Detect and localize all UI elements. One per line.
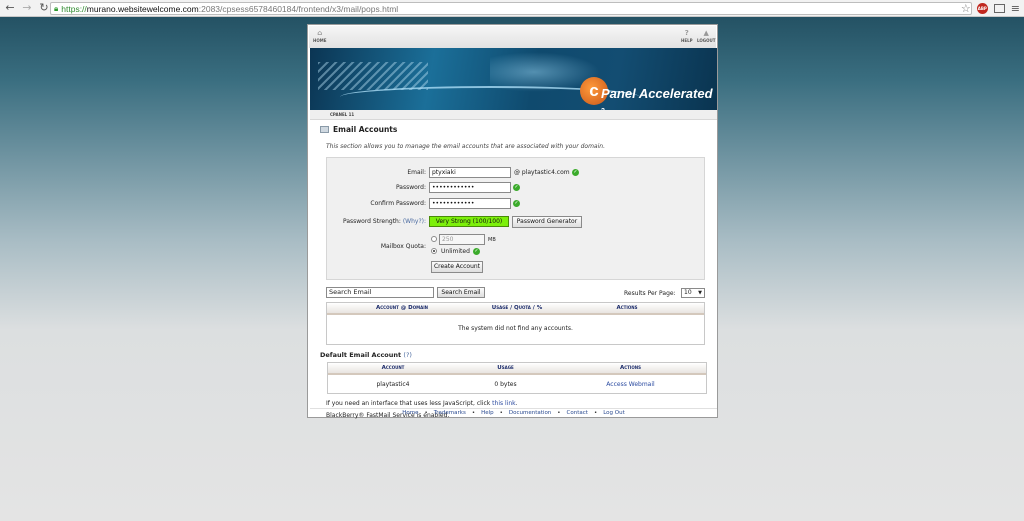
cpanel-logo-text: Panel Accelerated 2 <box>601 86 717 110</box>
col-account: Account <box>381 365 405 371</box>
page-title-text: Email Accounts <box>333 125 398 134</box>
section-description: This section allows you to manage the em… <box>326 143 605 150</box>
url-path: :2083/cpsess6578460184/frontend/x3/mail/… <box>198 3 399 14</box>
email-valid-icon: ✓ <box>572 169 579 176</box>
url-host: murano.websitewelcome.com <box>86 3 199 14</box>
strength-label-text: Password Strength: <box>342 218 401 225</box>
footer-separator: • <box>499 410 503 416</box>
default-account-usage: 0 bytes <box>494 381 517 388</box>
why-link[interactable]: (Why?): <box>403 218 426 225</box>
nav-help[interactable]: ? HELP <box>681 29 693 43</box>
default-account-title-text: Default Email Account <box>320 351 402 359</box>
address-bar[interactable]: 🔒︎ https:// murano.websitewelcome.com :2… <box>50 2 972 15</box>
nav-logout-label: LOGOUT <box>697 38 716 43</box>
search-email-button[interactable]: Search Email <box>437 287 485 298</box>
results-per-page-select[interactable]: 10 ▼ <box>681 288 705 298</box>
home-icon: ⌂ <box>317 29 323 37</box>
quota-unlimited-radio[interactable] <box>431 248 437 254</box>
col-usage-quota[interactable]: Usage / Quota / % <box>447 305 587 311</box>
email-label: Email: <box>407 169 426 176</box>
logo-text-main: Panel Accelerated <box>601 86 713 101</box>
quota-unit: MB <box>488 237 496 243</box>
default-table-header: Account Usage Actions <box>328 363 706 375</box>
mailbox-quota-label: Mailbox Quota: <box>380 243 426 250</box>
footer-separator: • <box>593 410 598 416</box>
col-actions: Actions <box>616 305 638 311</box>
confirm-password-label: Confirm Password: <box>370 200 426 207</box>
breadcrumb[interactable]: CPANEL 11 <box>310 110 717 120</box>
nav-home[interactable]: ⌂ HOME <box>313 29 326 43</box>
access-webmail-link[interactable]: Access Webmail <box>568 381 693 388</box>
nav-logout[interactable]: ▲ LOGOUT <box>697 29 715 43</box>
url-scheme: https:// <box>61 3 87 14</box>
page-title: Email Accounts <box>320 125 397 134</box>
adblock-icon[interactable]: ABP <box>976 3 988 14</box>
email-accounts-table: Account @ Domain Usage / Quota / % Actio… <box>326 302 705 345</box>
footer-separator: • <box>424 410 428 416</box>
browser-actions: ☆ ABP ≡ <box>961 2 1020 15</box>
password-label: Password: <box>395 184 426 191</box>
lock-icon: 🔒︎ <box>54 3 59 13</box>
js-note-suffix: . <box>515 400 518 407</box>
quota-input[interactable]: 250 <box>439 234 485 245</box>
default-account-title: Default Email Account (?) <box>320 351 412 359</box>
forward-icon[interactable]: → <box>20 1 34 15</box>
bookmark-star-icon[interactable]: ☆ <box>961 2 971 15</box>
footer-links: Home • Trademarks • Help • Documentation • C… <box>310 408 717 416</box>
footer-trademarks-link[interactable]: Trademarks <box>434 410 466 416</box>
less-javascript-link[interactable]: this link <box>492 400 515 407</box>
nav-home-label: HOME <box>313 38 327 43</box>
footer-logout-link[interactable]: Log Out <box>603 410 625 416</box>
search-email-input[interactable]: Search Email <box>326 287 434 298</box>
email-field[interactable]: ptyxiaki <box>429 167 511 178</box>
password-generator-button[interactable]: Password Generator <box>512 216 582 228</box>
password-strength-meter: Very Strong (100/100) <box>429 216 509 227</box>
nav-help-label: HELP <box>681 38 693 43</box>
cpanel-banner: c Panel Accelerated 2 <box>310 48 717 110</box>
footer-documentation-link[interactable]: Documentation <box>509 410 551 416</box>
js-note-prefix: If you need an interface that uses less … <box>326 400 491 407</box>
reload-icon[interactable]: ↻ <box>37 1 51 15</box>
create-account-button[interactable]: Create Account <box>431 261 483 273</box>
password-strength-label: Password Strength: (Why?): <box>343 218 426 225</box>
confirm-valid-icon: ✓ <box>513 200 520 207</box>
quota-limited-radio[interactable] <box>431 236 437 242</box>
mail-icon <box>320 126 329 133</box>
footer-separator: • <box>471 410 476 416</box>
help-icon: ? <box>684 29 689 37</box>
no-accounts-message: The system did not find any accounts. <box>458 325 573 332</box>
back-icon[interactable]: ← <box>3 1 17 15</box>
confirm-password-field[interactable]: •••••••••••• <box>429 198 511 209</box>
cpanel-page: ⌂ HOME ? HELP ▲ LOGOUT c Panel Accelerat… <box>307 24 718 419</box>
default-account-table: Account Usage Actions playtastic4 0 byte… <box>327 362 707 394</box>
results-per-page-label: Results Per Page: <box>624 290 676 297</box>
create-account-form: Email: ptyxiaki @ playtastic4.com ✓ Pass… <box>326 157 705 280</box>
accounts-table-header: Account @ Domain Usage / Quota / % Actio… <box>327 303 704 315</box>
default-account-name: playtastic4 <box>376 381 410 388</box>
chevron-down-icon: ▼ <box>698 290 702 296</box>
results-per-page-value: 10 <box>684 289 692 296</box>
banner-mesh <box>318 62 428 90</box>
col-usage: Usage <box>497 365 514 371</box>
email-domain: @ playtastic4.com <box>514 169 570 176</box>
footer-separator: • <box>557 410 561 416</box>
password-field[interactable]: •••••••••••• <box>429 182 511 193</box>
cast-icon[interactable] <box>993 4 1005 13</box>
browser-toolbar: ← → ↻ 🔒︎ https:// murano.websitewelcome.… <box>0 0 1024 17</box>
footer-home-link[interactable]: Home <box>402 410 418 416</box>
col-default-actions: Actions <box>619 365 642 371</box>
unlimited-label: Unlimited <box>441 248 470 255</box>
logout-icon: ▲ <box>703 29 709 37</box>
password-valid-icon: ✓ <box>513 184 520 191</box>
less-javascript-note: If you need an interface that uses less … <box>326 400 518 407</box>
top-nav: ⌂ HOME ? HELP ▲ LOGOUT <box>309 26 716 48</box>
menu-icon[interactable]: ≡ <box>1011 3 1020 14</box>
footer-contact-link[interactable]: Contact <box>567 410 588 416</box>
unlimited-valid-icon: ✓ <box>473 248 480 255</box>
footer-help-link[interactable]: Help <box>481 410 494 416</box>
default-account-help-link[interactable]: (?) <box>403 351 412 359</box>
